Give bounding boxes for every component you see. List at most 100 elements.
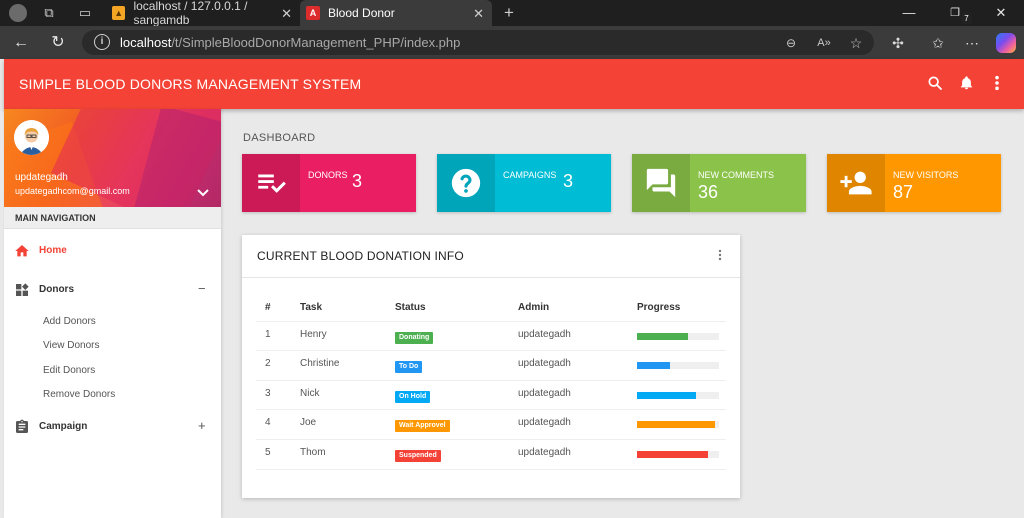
row-divider [256, 439, 726, 440]
info-box-campaigns[interactable]: CAMPAIGNS 3 [437, 154, 611, 212]
search-icon[interactable] [924, 72, 946, 94]
tab-blood-donor[interactable]: A Blood Donor ✕ [300, 0, 492, 26]
submenu-edit-donors[interactable]: Edit Donors [43, 365, 95, 376]
notifications-bell-icon[interactable] [955, 72, 977, 94]
chevron-down-icon[interactable] [196, 186, 210, 200]
sidebar: updategadh updategadhcom@gmail.com MAIN … [4, 109, 221, 518]
collapse-minus-icon[interactable]: − [198, 281, 206, 296]
admin-name: updategadh [518, 447, 571, 458]
back-arrow-icon[interactable]: ← [10, 32, 32, 54]
person-add-icon [827, 154, 885, 212]
window-close-icon[interactable]: ✕ [978, 0, 1024, 26]
app-top-bar: SIMPLE BLOOD DONORS MANAGEMENT SYSTEM [4, 59, 1024, 109]
zoom-icon[interactable]: ⊖ [782, 34, 800, 52]
address-bar[interactable]: i localhost/t/SimpleBloodDonorManagement… [82, 30, 874, 55]
more-vert-icon[interactable] [986, 72, 1008, 94]
submenu-remove-donors[interactable]: Remove Donors [43, 389, 115, 400]
info-box-value: 3 [563, 171, 574, 191]
submenu-add-donors[interactable]: Add Donors [43, 316, 96, 327]
new-tab-icon[interactable]: + [500, 4, 518, 22]
close-icon[interactable]: ✕ [473, 6, 484, 22]
status-badge: Suspended [395, 450, 441, 462]
sidebar-item-donors[interactable]: Donors − [4, 275, 221, 305]
admin-name: updategadh [518, 388, 571, 399]
minimize-icon[interactable]: — [886, 0, 932, 26]
close-icon[interactable]: ✕ [281, 6, 292, 22]
copilot-icon[interactable] [996, 33, 1016, 53]
progress-fill [637, 392, 696, 399]
row-number: 5 [265, 447, 271, 458]
browser-toolbar: ← ↻ i localhost/t/SimpleBloodDonorManage… [0, 26, 1024, 59]
row-divider [256, 409, 726, 410]
row-number: 2 [265, 358, 271, 369]
user-info-panel: updategadh updategadhcom@gmail.com [4, 109, 221, 207]
task-name: Nick [300, 388, 320, 399]
task-name: Thom [300, 447, 326, 458]
favorite-star-icon[interactable]: ☆ [847, 34, 865, 52]
home-icon [15, 245, 29, 257]
sidebar-item-label: Campaign [39, 421, 88, 432]
submenu-view-donors[interactable]: View Donors [43, 340, 100, 351]
info-box-new-comments[interactable]: NEW COMMENTS 36 [632, 154, 806, 212]
progress-fill [637, 362, 670, 369]
info-box-label: NEW VISITORS [893, 170, 959, 180]
more-vert-icon[interactable] [718, 249, 722, 263]
progress-fill [637, 451, 708, 458]
forum-icon [632, 154, 690, 212]
tab-label: localhost / 127.0.0.1 / sangamdb [133, 0, 248, 27]
status-badge: To Do [395, 361, 423, 373]
user-name: updategadh [15, 172, 68, 183]
info-box-value: 3 [352, 171, 363, 191]
extensions-icon[interactable]: ✣ [888, 33, 908, 53]
notification-count-badge: 7 [961, 13, 972, 24]
progress-bar [637, 421, 719, 428]
row-number: 3 [265, 388, 271, 399]
avatar[interactable] [14, 120, 49, 155]
sidebar-item-campaign[interactable]: Campaign + [4, 412, 221, 442]
status-badge: On Hold [395, 391, 431, 403]
status-badge: Donating [395, 332, 434, 344]
read-aloud-icon[interactable]: A» [815, 34, 833, 52]
task-name: Christine [300, 358, 340, 369]
page-title: DASHBOARD [243, 132, 316, 144]
column-header: Progress [637, 302, 681, 313]
row-divider [256, 380, 726, 381]
expand-plus-icon[interactable]: + [198, 418, 206, 433]
user-email: updategadhcom@gmail.com [15, 186, 130, 196]
info-box-value: 87 [893, 182, 914, 202]
column-header: Admin [518, 302, 550, 313]
admin-name: updategadh [518, 329, 571, 340]
sidebar-item-label: Home [39, 245, 67, 256]
app-brand[interactable]: SIMPLE BLOOD DONORS MANAGEMENT SYSTEM [19, 76, 361, 92]
task-name: Joe [300, 417, 317, 428]
info-box-label: NEW COMMENTS [698, 170, 774, 180]
help-circle-icon [437, 154, 495, 212]
profile-avatar-icon[interactable] [9, 4, 27, 22]
info-box-new-visitors[interactable]: NEW VISITORS 87 [827, 154, 1001, 212]
info-box-label: DONORS [308, 170, 348, 180]
progress-bar [637, 451, 719, 458]
favorites-icon[interactable]: ✩ [928, 33, 948, 53]
row-divider [256, 321, 726, 322]
card-title: CURRENT BLOOD DONATION INFO [257, 249, 464, 263]
progress-fill [637, 333, 688, 340]
info-box-value: 36 [698, 182, 719, 202]
info-box-donors[interactable]: DONORS 3 [242, 154, 416, 212]
blood-donation-info-card: CURRENT BLOOD DONATION INFO # Task Statu… [242, 235, 740, 498]
sidebar-item-home[interactable]: Home [4, 236, 221, 266]
workspaces-icon[interactable]: ⧉ [40, 4, 58, 22]
more-menu-icon[interactable]: ⋯ [962, 33, 982, 53]
clipboard-icon [16, 419, 28, 433]
angular-icon: A [306, 6, 320, 20]
tab-phpmyadmin[interactable]: ▲ localhost / 127.0.0.1 / sangamdb ✕ [104, 0, 300, 27]
site-info-icon[interactable]: i [94, 34, 110, 50]
task-name: Henry [300, 329, 327, 340]
row-divider [256, 469, 726, 470]
reload-icon[interactable]: ↻ [47, 32, 69, 54]
progress-bar [637, 362, 719, 369]
row-number: 1 [265, 329, 271, 340]
column-header: # [265, 302, 271, 313]
tab-actions-icon[interactable]: ▭ [76, 4, 94, 22]
info-box-label: CAMPAIGNS [503, 170, 557, 180]
divider [242, 277, 740, 278]
